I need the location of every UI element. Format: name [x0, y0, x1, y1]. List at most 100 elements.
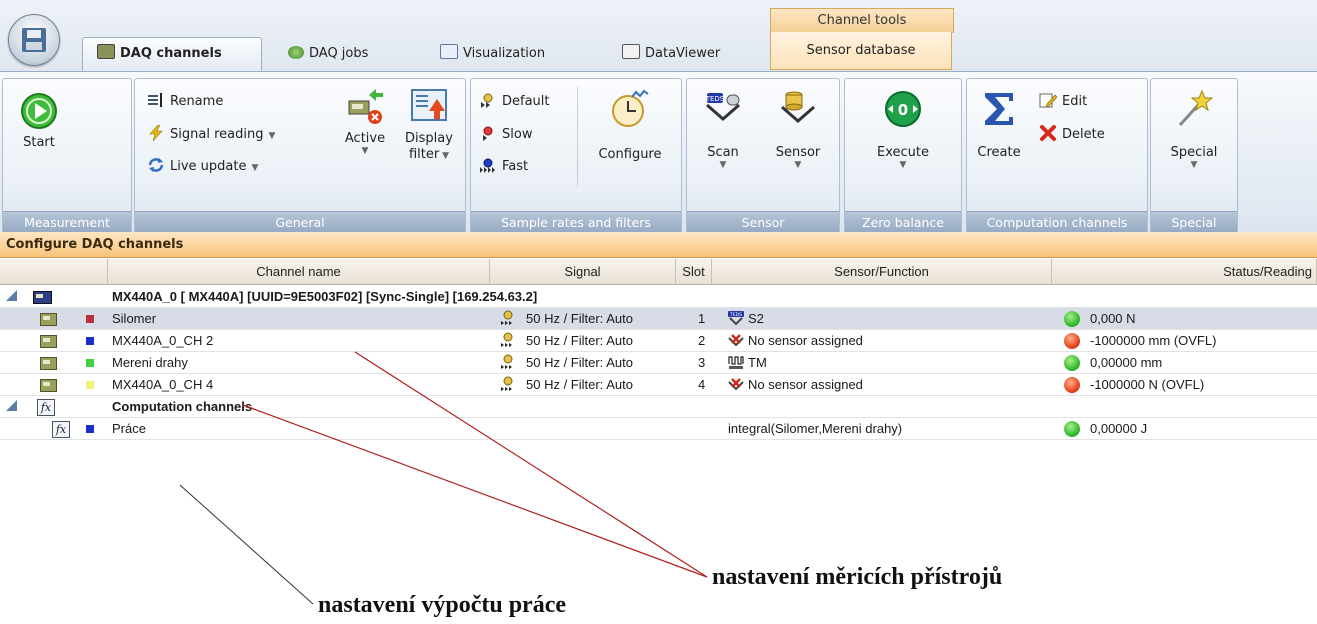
chart-window-icon: [440, 44, 458, 59]
sensor-value[interactable]: TM: [748, 352, 767, 374]
start-button[interactable]: Start: [11, 91, 67, 151]
application-menu-button[interactable]: [8, 14, 60, 66]
fast-rate-button[interactable]: Fast: [479, 156, 528, 178]
column-header-slot[interactable]: Slot: [676, 259, 712, 285]
edit-pencil-icon: [1039, 93, 1057, 108]
chevron-down-icon: ▼: [251, 163, 259, 173]
sensor-value[interactable]: No sensor assigned: [748, 330, 863, 352]
group-measurement: Start Measurement: [2, 78, 132, 235]
svg-text:0: 0: [898, 101, 908, 119]
collapse-triangle-icon[interactable]: [6, 290, 17, 301]
teds-icon: TEDS: [728, 311, 744, 326]
column-header-status-reading[interactable]: Status/Reading: [1052, 259, 1317, 285]
group-general: Rename Signal reading ▼ Live update ▼ Acti…: [134, 78, 466, 235]
channel-name[interactable]: Práce: [112, 418, 146, 440]
reading-value: 0,000 N: [1090, 311, 1136, 326]
scan-button[interactable]: TEDS Scan ▼: [693, 89, 753, 170]
status-ok-icon: [1064, 421, 1080, 437]
table-row[interactable]: MX440A_0_CH 2 50 Hz / Filter: Auto 2 No …: [0, 330, 1317, 352]
sensor-button[interactable]: Sensor ▼: [763, 89, 833, 170]
slot-value: 3: [698, 355, 706, 370]
signal-value[interactable]: 50 Hz / Filter: Auto: [526, 352, 633, 374]
group-special: Special ▼ Special: [1150, 78, 1238, 235]
tab-daq-channels[interactable]: DAQ channels: [82, 37, 262, 71]
no-sensor-icon: [728, 334, 744, 347]
sensor-value[interactable]: No sensor assigned: [748, 374, 863, 396]
channel-color-swatch: [86, 381, 94, 389]
default-rate-icon: [501, 310, 513, 325]
chevron-down-icon: ▼: [1190, 160, 1198, 170]
configure-button[interactable]: Configure: [583, 89, 677, 163]
group-computation-channels: Create Edit Delete Computation channels: [966, 78, 1148, 235]
status-overflow-icon: [1064, 377, 1080, 393]
slow-rate-button[interactable]: Slow: [479, 124, 532, 146]
display-filter-button[interactable]: Display filter ▼: [397, 87, 461, 164]
chevron-down-icon: ▼: [439, 151, 450, 161]
table-row[interactable]: Mereni drahy 50 Hz / Filter: Auto 3 TM 0…: [0, 352, 1317, 374]
fx-icon: fx: [52, 421, 70, 438]
table-row[interactable]: Silomer 50 Hz / Filter: Auto 1 TEDS S2 0…: [0, 308, 1317, 330]
zero-balance-icon: 0: [885, 91, 921, 127]
collapse-triangle-icon[interactable]: [6, 400, 17, 411]
group-sensor: TEDS Scan ▼ Sensor ▼ Sensor: [686, 78, 840, 235]
refresh-icon: [148, 158, 164, 172]
svg-text:TEDS: TEDS: [705, 95, 725, 103]
tab-visualization[interactable]: Visualization: [440, 38, 545, 70]
group-label-sensor: Sensor: [687, 211, 839, 234]
execute-button[interactable]: 0 Execute ▼: [855, 89, 951, 170]
default-rate-icon: [501, 376, 513, 391]
signal-reading-dropdown[interactable]: Signal reading ▼: [147, 124, 275, 146]
signal-value[interactable]: 50 Hz / Filter: Auto: [526, 330, 633, 352]
group-zero-balance: 0 Execute ▼ Zero balance: [844, 78, 962, 235]
tab-dataviewer[interactable]: DataViewer: [622, 38, 720, 70]
play-icon: [21, 93, 57, 129]
annotation-work: nastavení výpočtu práce: [318, 592, 566, 618]
device-group-row[interactable]: MX440A_0 [ MX440A] [UUID=9E5003F02] [Syn…: [0, 286, 1317, 308]
sensor-value[interactable]: S2: [748, 308, 764, 330]
tab-sensor-database[interactable]: Sensor database: [770, 32, 952, 70]
active-button[interactable]: Active ▼: [335, 87, 395, 156]
default-rate-icon: [481, 93, 493, 108]
delete-button[interactable]: Delete: [1039, 124, 1105, 146]
ribbon-tab-strip: Channel tools DAQ channels DAQ jobs Visu…: [0, 0, 1317, 78]
group-label-special: Special: [1151, 211, 1237, 234]
edit-button[interactable]: Edit: [1039, 91, 1087, 113]
function-value[interactable]: integral(Silomer,Mereni drahy): [728, 418, 902, 440]
data-table-icon: [622, 44, 640, 59]
section-title: Configure DAQ channels: [0, 232, 1317, 258]
table-row[interactable]: MX440A_0_CH 4 50 Hz / Filter: Auto 4 No …: [0, 374, 1317, 396]
computation-group-row[interactable]: fx Computation channels: [0, 396, 1317, 418]
default-rate-icon: [501, 354, 513, 369]
column-header-sensor-function[interactable]: Sensor/Function: [712, 259, 1052, 285]
magic-wand-icon: [1178, 89, 1214, 127]
group-label-general: General: [135, 211, 465, 234]
channel-device-icon: [40, 313, 57, 326]
fx-icon: fx: [37, 399, 55, 416]
channel-name[interactable]: MX440A_0_CH 4: [112, 374, 213, 396]
channel-name[interactable]: MX440A_0_CH 2: [112, 330, 213, 352]
reading-value: 0,00000 mm: [1090, 355, 1163, 370]
signal-value[interactable]: 50 Hz / Filter: Auto: [526, 374, 633, 396]
reading-value: -1000000 mm (OVFL): [1090, 333, 1217, 348]
slot-value: 2: [698, 333, 706, 348]
create-button[interactable]: Create: [973, 89, 1025, 161]
tab-daq-jobs[interactable]: DAQ jobs: [288, 38, 368, 70]
group-label-computation-channels: Computation channels: [967, 211, 1147, 234]
default-rate-icon: [501, 332, 513, 347]
column-header-signal[interactable]: Signal: [490, 259, 676, 285]
default-rate-button[interactable]: Default: [479, 91, 550, 113]
clock-chart-icon: [612, 89, 649, 127]
signal-value[interactable]: 50 Hz / Filter: Auto: [526, 308, 633, 330]
special-button[interactable]: Special ▼: [1157, 89, 1231, 170]
chevron-down-icon: ▼: [361, 146, 369, 156]
group-sample-rates: Default Slow Fast Configure Sample rates…: [470, 78, 682, 235]
rename-button[interactable]: Rename: [147, 91, 223, 113]
table-row[interactable]: fx Práce integral(Silomer,Mereni drahy) …: [0, 418, 1317, 440]
live-update-dropdown[interactable]: Live update ▼: [147, 156, 258, 178]
channel-name[interactable]: Silomer: [112, 308, 156, 330]
chevron-down-icon: ▼: [719, 160, 727, 170]
channel-name[interactable]: Mereni drahy: [112, 352, 188, 374]
rename-icon: [148, 93, 162, 107]
gears-icon: [288, 46, 304, 59]
column-header-channel-name[interactable]: Channel name: [108, 259, 490, 285]
